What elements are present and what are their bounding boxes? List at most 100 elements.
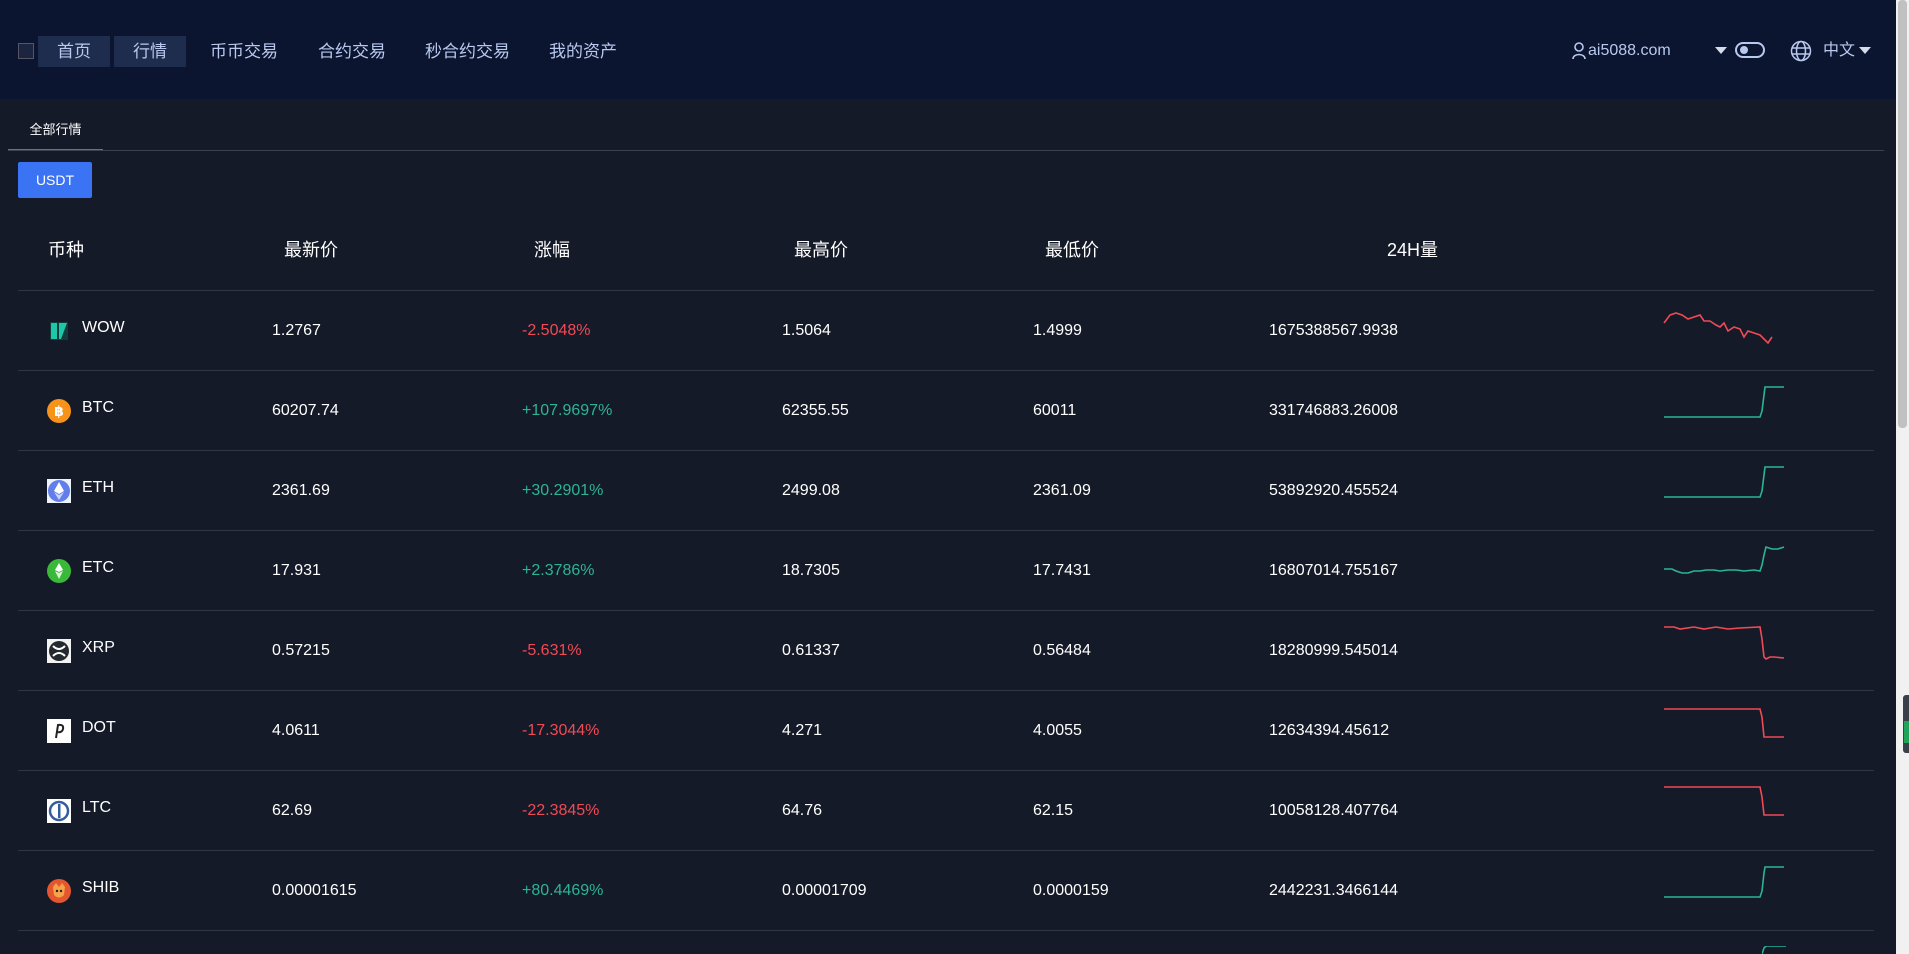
sparkline-chart <box>1664 626 1785 660</box>
high-price-cell: 64.76 <box>782 802 823 819</box>
globe-icon[interactable] <box>1790 40 1812 62</box>
sparkline-path <box>1664 466 1784 498</box>
volume-cell: 1675388567.9938 <box>1269 322 1399 339</box>
low-price-cell: 17.7431 <box>1033 562 1091 579</box>
low-price-cell: 4.0055 <box>1033 722 1082 739</box>
nav-home[interactable]: 首页 <box>38 36 110 67</box>
change-cell: +30.2901% <box>522 482 604 499</box>
change-cell: +2.3786% <box>522 562 595 579</box>
theme-dropdown-caret-icon[interactable] <box>1715 47 1727 54</box>
change-cell: -5.631% <box>522 642 582 659</box>
header-low[interactable]: 最低价 <box>1045 236 1099 262</box>
sparkline-chart <box>1762 946 1786 954</box>
sparkline-path <box>1663 312 1773 345</box>
change-cell: +107.9697% <box>522 402 613 419</box>
scrollbar[interactable] <box>1896 0 1909 954</box>
market-row-xrp[interactable]: XRP 0.57215 -5.631% 0.61337 0.56484 18280999.… <box>18 611 1874 691</box>
volume-cell: 10058128.407764 <box>1269 802 1399 819</box>
high-price-cell: 0.00001709 <box>782 882 867 899</box>
low-price-cell: 62.15 <box>1033 802 1074 819</box>
ltc-coin-icon <box>47 799 71 823</box>
low-price-cell: 2361.09 <box>1033 482 1091 499</box>
sparkline-path <box>1664 866 1784 898</box>
coin-name: BTC <box>82 399 114 416</box>
shib-coin-icon <box>47 879 71 903</box>
etc-coin-icon <box>47 559 71 583</box>
volume-cell: 18280999.545014 <box>1269 642 1399 659</box>
nav-my-assets[interactable]: 我的资产 <box>549 36 617 67</box>
sparkline-path <box>1664 786 1784 816</box>
toggle-knob <box>1740 46 1748 54</box>
last-price-cell: 0.00001615 <box>272 882 357 899</box>
volume-cell: 12634394.45612 <box>1269 722 1390 739</box>
coin-name: ETH <box>82 479 114 496</box>
change-cell: -2.5048% <box>522 322 591 339</box>
high-price-cell: 1.5064 <box>782 322 831 339</box>
scrollbar-thumb[interactable] <box>1898 0 1907 428</box>
market-row-wow[interactable]: WOW 1.2767 -2.5048% 1.5064 1.4999 1675388567.… <box>18 291 1874 371</box>
volume-cell: 16807014.755167 <box>1269 562 1399 579</box>
nav-second-contract[interactable]: 秒合约交易 <box>425 36 510 67</box>
high-price-cell: 62355.55 <box>782 402 849 419</box>
wow-coin-icon <box>47 319 71 343</box>
market-row-etc[interactable]: ETC 17.931 +2.3786% 18.7305 17.7431 16807014.… <box>18 531 1874 611</box>
header-coin[interactable]: 币种 <box>48 236 84 262</box>
sparkline-chart <box>1664 866 1784 898</box>
volume-cell: 53892920.455524 <box>1269 482 1399 499</box>
last-price-cell: 17.931 <box>272 562 321 579</box>
account-link[interactable]: ai5088.com <box>1572 40 1671 62</box>
last-price-cell: 2361.69 <box>272 482 330 499</box>
nav-spot-trading[interactable]: 币币交易 <box>210 36 278 67</box>
last-price-cell: 62.69 <box>272 802 313 819</box>
market-row-shib[interactable]: SHIB 0.00001615 +80.4469% 0.00001709 0.00001… <box>18 851 1874 931</box>
volume-cell: 2442231.3466144 <box>1269 882 1399 899</box>
nav-contract-trading[interactable]: 合约交易 <box>318 36 386 67</box>
last-price-cell: 4.0611 <box>272 722 320 739</box>
sparkline-chart <box>1664 386 1784 418</box>
header-last-price[interactable]: 最新价 <box>284 236 338 262</box>
side-widget-tab[interactable] <box>1903 695 1909 753</box>
xrp-coin-icon <box>47 639 71 663</box>
svg-text:฿: ฿ <box>54 404 64 420</box>
language-caret-icon[interactable] <box>1859 47 1871 54</box>
market-row-dot[interactable]: DOT 4.0611 -17.3044% 4.271 4.0055 12634394.45… <box>18 691 1874 771</box>
sparkline-chart <box>1664 786 1784 816</box>
high-price-cell: 0.61337 <box>782 642 840 659</box>
change-cell: -22.3845% <box>522 802 600 819</box>
header-24h-volume[interactable]: 24H量 <box>1387 236 1438 262</box>
last-price-cell: 0.57215 <box>272 642 330 659</box>
tab-all-markets[interactable]: 全部行情 <box>8 119 103 151</box>
low-price-cell: 0.56484 <box>1033 642 1091 659</box>
coin-name: LTC <box>82 799 112 816</box>
user-icon <box>1572 42 1586 60</box>
sparkline-chart <box>1664 466 1784 498</box>
coin-name: ETC <box>82 559 114 576</box>
high-price-cell: 4.271 <box>782 722 823 739</box>
language-selector[interactable]: 中文 <box>1823 40 1855 62</box>
top-navbar: 首页 行情 币币交易 合约交易 秒合约交易 我的资产 ai5088.com 中文 <box>0 0 1896 99</box>
theme-toggle[interactable] <box>1735 42 1765 58</box>
coin-name: SHIB <box>82 879 120 896</box>
high-price-cell: 18.7305 <box>782 562 840 579</box>
market-row-btc[interactable]: ฿ BTC 60207.74 +107.9697% 62355.55 60011 33174… <box>18 371 1874 451</box>
sparkline-chart <box>1664 545 1785 574</box>
market-row-ltc[interactable]: LTC 62.69 -22.3845% 64.76 62.15 10058128.4077… <box>18 771 1874 851</box>
logo-image[interactable] <box>18 43 34 59</box>
nav-market[interactable]: 行情 <box>114 36 186 67</box>
sparkline-chart <box>1663 312 1773 345</box>
change-cell: -17.3044% <box>522 722 600 739</box>
row-divider <box>18 930 1874 931</box>
coin-name: WOW <box>82 319 125 336</box>
last-price-cell: 60207.74 <box>272 402 339 419</box>
header-high[interactable]: 最高价 <box>794 236 848 262</box>
tab-divider <box>8 150 1884 151</box>
low-price-cell: 60011 <box>1033 402 1077 419</box>
sparkline-path <box>1664 545 1785 574</box>
header-change[interactable]: 涨幅 <box>534 236 570 262</box>
low-price-cell: 1.4999 <box>1033 322 1082 339</box>
high-price-cell: 2499.08 <box>782 482 840 499</box>
change-cell: +80.4469% <box>522 882 604 899</box>
usdt-filter-button[interactable]: USDT <box>18 162 92 198</box>
market-row-eth[interactable]: ETH 2361.69 +30.2901% 2499.08 2361.09 5389292… <box>18 451 1874 531</box>
coin-name: DOT <box>82 719 116 736</box>
